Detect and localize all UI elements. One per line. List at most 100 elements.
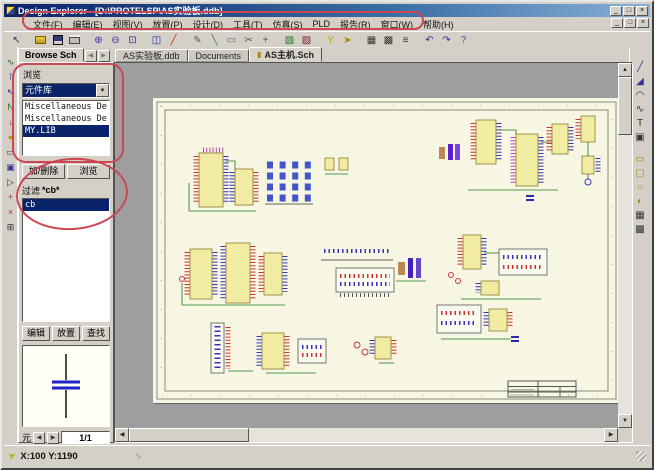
minimize-button[interactable]: _ (610, 6, 622, 16)
wire-tool-icon[interactable]: ∿ (4, 55, 17, 70)
menu-view[interactable]: 视图(V) (108, 17, 148, 32)
junction-icon[interactable]: + (4, 190, 17, 205)
menu-edit[interactable]: 编辑(E) (68, 17, 108, 32)
zoom-in-icon[interactable]: ⊕ (90, 33, 107, 48)
browse-components-icon[interactable]: ◫ (148, 33, 165, 48)
line-icon[interactable]: ╲ (206, 33, 223, 48)
resize-grip[interactable] (636, 451, 646, 461)
title-bar[interactable]: Design Explorer - [D:\PROTELSP\AS实验板.ddb… (4, 4, 650, 17)
select-icon[interactable]: ↖ (8, 33, 25, 48)
menu-help[interactable]: 帮助(H) (418, 17, 459, 32)
find-button[interactable]: 查找 (82, 326, 110, 341)
place-part-icon[interactable]: ● (4, 130, 17, 145)
paste-array-icon[interactable]: ▧ (281, 33, 298, 48)
doc-close-button[interactable]: × (637, 18, 649, 28)
menu-reports[interactable]: 报告(R) (335, 17, 376, 32)
move-icon[interactable]: + (257, 33, 274, 48)
cut-icon[interactable]: ✂ (240, 33, 257, 48)
print-icon[interactable] (66, 33, 83, 48)
scroll-left-icon[interactable]: ◀ (115, 428, 129, 442)
arc-icon[interactable]: ◠ (632, 89, 649, 103)
horizontal-scrollbar[interactable]: ◀ ▶ (115, 428, 618, 442)
annotate-icon[interactable]: ≡ (397, 33, 414, 48)
zoom-document-icon[interactable]: ⊡ (124, 33, 141, 48)
polygon-icon[interactable]: ◢ (632, 75, 649, 89)
dropdown-arrow-icon[interactable]: ▼ (96, 84, 109, 97)
save-icon[interactable] (49, 33, 66, 48)
wire-icon[interactable]: ╱ (165, 33, 182, 48)
menu-window[interactable]: 窗口(W) (376, 17, 419, 32)
pencil-tools-icon[interactable]: ✎ (189, 33, 206, 48)
rectangle-icon[interactable]: ▭ (632, 153, 649, 167)
tab-schematic[interactable]: ▮AS主机.Sch (249, 47, 322, 62)
bezier-icon[interactable]: ∿ (632, 103, 649, 117)
close-button[interactable]: × (636, 6, 648, 16)
text-icon[interactable]: T (632, 117, 649, 131)
place-button[interactable]: 放置 (52, 326, 80, 341)
doc-minimize-button[interactable]: _ (611, 18, 623, 28)
port-icon[interactable]: ▷ (4, 175, 17, 190)
add-remove-button[interactable]: 加/删除 (22, 164, 65, 179)
menu-simulate[interactable]: 仿真(S) (268, 17, 308, 32)
lib-my[interactable]: MY.LIB (23, 125, 109, 137)
sheet-symbol-icon[interactable]: ▭ (4, 145, 17, 160)
graph-image-icon[interactable]: ▦ (632, 209, 649, 223)
filter-value[interactable]: *cb* (42, 185, 60, 195)
scroll-right-icon[interactable]: ▶ (604, 428, 618, 442)
panel-scroll-right-icon[interactable]: ▶ (98, 50, 110, 62)
no-erc-icon[interactable]: × (4, 205, 17, 220)
doc-restore-button[interactable]: □ (624, 18, 636, 28)
draw-line-icon[interactable]: ╱ (632, 61, 649, 75)
round-rect-icon[interactable]: ▢ (632, 167, 649, 181)
schematic-canvas[interactable]: ▲ ▼ ◀ ▶ (114, 62, 633, 443)
lib-misc2[interactable]: Miscellaneous De (23, 113, 109, 125)
bus-entry-icon[interactable]: ↖ (4, 85, 17, 100)
help-icon[interactable]: ? (455, 33, 472, 48)
browse-button[interactable]: 浏览 (67, 164, 110, 179)
menu-pld[interactable]: PLD (308, 18, 336, 30)
browse-sch-panel: 浏览 元件库 ▼ Miscellaneous DeMiscellaneous D… (18, 62, 114, 443)
menu-file[interactable]: 文件(F) (28, 17, 68, 32)
library-dropdown[interactable]: 元件库 ▼ (22, 83, 110, 98)
array-paste-icon[interactable]: ▩ (632, 223, 649, 237)
prev-part-icon[interactable]: ◀ (33, 432, 45, 444)
scroll-up-icon[interactable]: ▲ (618, 63, 632, 77)
vertical-scrollbar[interactable]: ▲ ▼ (618, 63, 632, 428)
zoom-out-icon[interactable]: ⊖ (107, 33, 124, 48)
tab-documents[interactable]: Documents (188, 49, 250, 62)
net-label-icon[interactable]: N (4, 100, 17, 115)
next-part-icon[interactable]: ▶ (47, 432, 59, 444)
horizontal-scroll-thumb[interactable] (129, 428, 249, 442)
power-port-tool-icon[interactable]: ↓ (4, 115, 17, 130)
menu-design[interactable]: 设计(D) (188, 17, 229, 32)
tab-ddb[interactable]: AS实验板.ddb (115, 49, 188, 62)
restore-button[interactable]: □ (623, 6, 635, 16)
paste-icon[interactable]: ▨ (298, 33, 315, 48)
open-folder-icon[interactable] (32, 33, 49, 48)
bus-tool-icon[interactable]: ⊺ (4, 70, 17, 85)
selection-rect-icon[interactable]: ▭ (223, 33, 240, 48)
sheet-entry-icon[interactable]: ▣ (4, 160, 17, 175)
power-port-icon[interactable]: ➤ (339, 33, 356, 48)
wiring-tools-icon[interactable]: Y (322, 33, 339, 48)
panel-scroll-left-icon[interactable]: ◀ (85, 50, 97, 62)
library-list[interactable]: Miscellaneous DeMiscellaneous DeMY.LIB (22, 100, 110, 156)
text-frame-tool-icon[interactable]: ⊞ (4, 220, 17, 235)
redo-icon[interactable]: ↷ (438, 33, 455, 48)
schematic-sheet[interactable] (153, 98, 620, 403)
pie-icon[interactable]: ◐ (632, 195, 649, 209)
scroll-down-icon[interactable]: ▼ (618, 414, 632, 428)
menu-tools[interactable]: 工具(T) (228, 17, 268, 32)
ellipse-icon[interactable]: ○ (632, 181, 649, 195)
edit-button[interactable]: 编辑 (22, 326, 50, 341)
text-frame-icon[interactable]: ▣ (632, 131, 649, 145)
vertical-scroll-thumb[interactable] (618, 77, 632, 135)
lib-misc1[interactable]: Miscellaneous De (23, 101, 109, 113)
digital-objects-icon[interactable]: ▦ (363, 33, 380, 48)
undo-icon[interactable]: ↶ (421, 33, 438, 48)
tab-browse-sch[interactable]: Browse Sch (18, 48, 84, 62)
menu-place[interactable]: 放置(P) (148, 17, 188, 32)
simulation-sources-icon[interactable]: ▩ (380, 33, 397, 48)
part-cb[interactable]: cb (23, 199, 109, 211)
component-list[interactable]: cb (22, 198, 110, 322)
